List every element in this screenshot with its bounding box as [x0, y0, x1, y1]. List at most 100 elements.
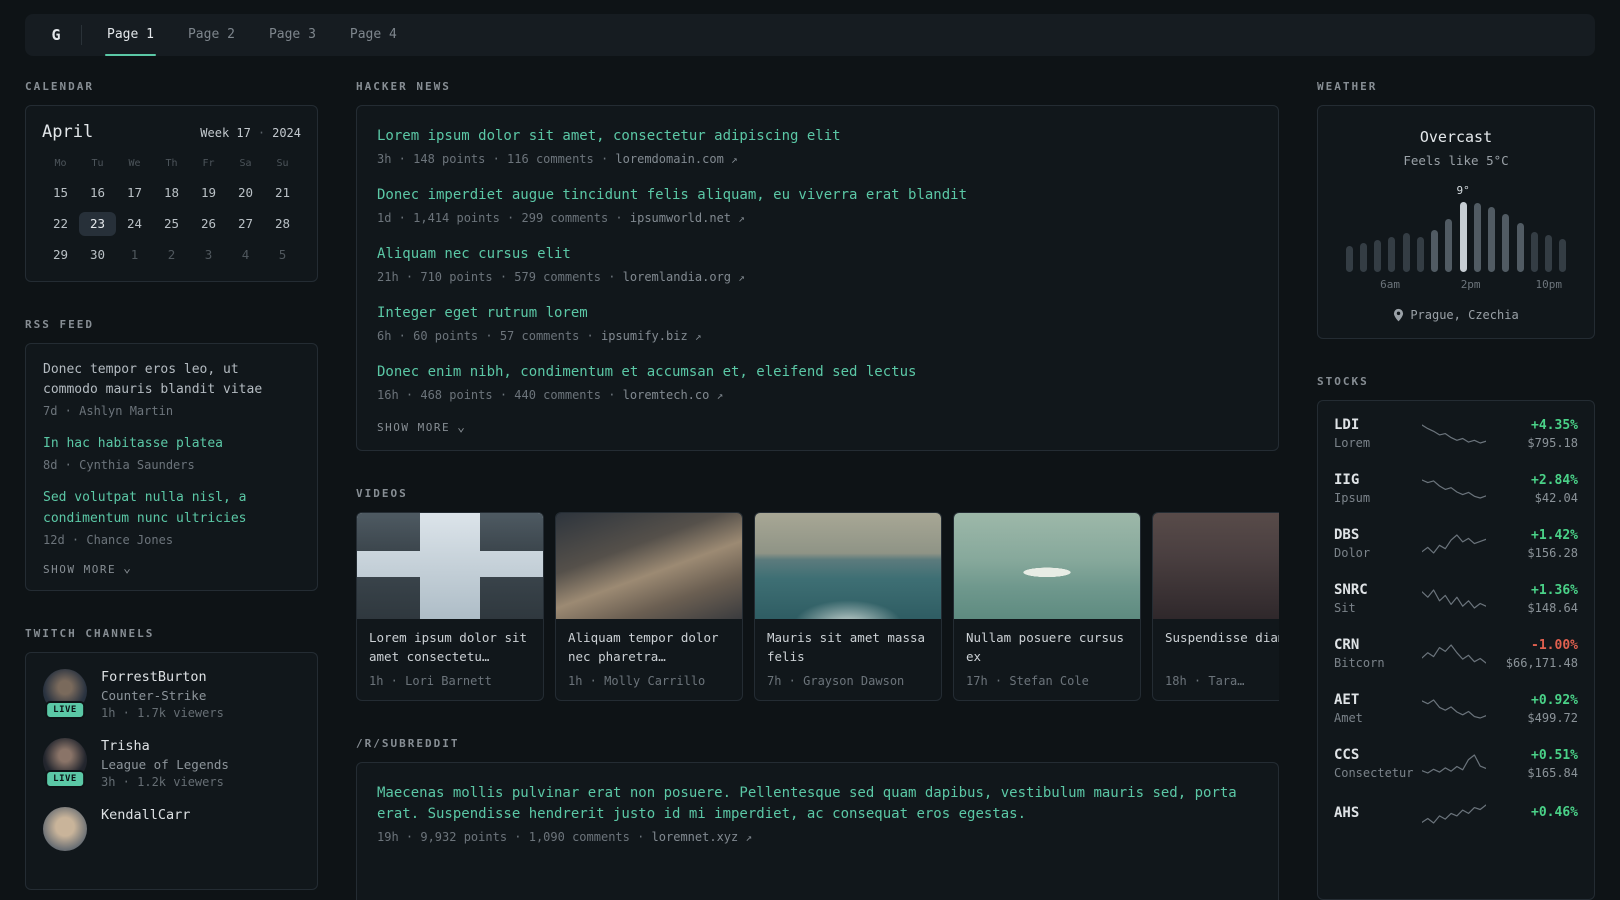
- subreddit-post-domain[interactable]: loremnet.xyz ↗: [652, 830, 753, 844]
- stock-values: -1.00% $66,171.48: [1486, 638, 1578, 670]
- hn-show-more-button[interactable]: SHOW MORE ⌄: [377, 419, 1258, 435]
- stock-row[interactable]: LDI Lorem +4.35% $795.18: [1334, 406, 1578, 461]
- tab-page-2[interactable]: Page 2: [171, 14, 252, 56]
- stock-values: +1.36% $148.64: [1486, 583, 1578, 615]
- weather-bar-slot: [1342, 184, 1356, 272]
- hn-item: Aliquam nec cursus elit 21h · 710 points…: [377, 244, 1258, 284]
- hn-item-title[interactable]: Lorem ipsum dolor sit amet, consectetur …: [377, 126, 1258, 147]
- live-badge: LIVE: [45, 700, 85, 719]
- stock-row[interactable]: AET Amet +0.92% $499.72: [1334, 681, 1578, 736]
- stock-sparkline: [1422, 532, 1486, 556]
- external-link-icon: ↗: [738, 212, 745, 225]
- stock-row[interactable]: CRN Bitcorn -1.00% $66,171.48: [1334, 626, 1578, 681]
- hn-item-title[interactable]: Donec enim nibh, condimentum et accumsan…: [377, 362, 1258, 383]
- stock-identity: DBS Dolor: [1334, 527, 1422, 560]
- middle-column: HACKER NEWS Lorem ipsum dolor sit amet, …: [356, 80, 1279, 900]
- hn-item-title[interactable]: Integer eget rutrum lorem: [377, 303, 1258, 324]
- live-badge: LIVE: [45, 769, 85, 788]
- external-link-icon: ↗: [745, 831, 753, 844]
- weather-bar-slot: [1556, 184, 1570, 272]
- tab-page-1[interactable]: Page 1: [90, 14, 171, 56]
- stock-price: $499.72: [1527, 710, 1578, 725]
- video-card[interactable]: Mauris sit amet massa felis 7h · Grayson…: [754, 512, 942, 701]
- weather-bar-slot: [1399, 184, 1413, 272]
- domain-text: loremtech.co: [622, 388, 710, 402]
- calendar-day-next-month: 4: [241, 247, 250, 262]
- weather-bar: [1416, 236, 1424, 272]
- twitch-channel-meta: 3h · 1.2k viewers: [101, 774, 224, 789]
- weather-widget: Overcast Feels like 5°C 9° 6am 2pm 10pm …: [1317, 105, 1595, 339]
- stock-identity: CRN Bitcorn: [1334, 637, 1422, 670]
- twitch-channel-row[interactable]: KendallCarr: [43, 806, 300, 855]
- stock-change: +1.36%: [1531, 582, 1578, 598]
- calendar-day: 20: [237, 185, 254, 200]
- videos-widget: Lorem ipsum dolor sit amet consectetu… 1…: [356, 512, 1279, 701]
- hn-item-meta: 1d · 1,414 points · 299 comments · ipsum…: [377, 211, 1258, 225]
- hn-item-domain[interactable]: loremtech.co ↗: [623, 388, 724, 402]
- stock-row[interactable]: CCS Consectetur +0.51% $165.84: [1334, 736, 1578, 791]
- avatar: [43, 806, 87, 851]
- weather-bar: [1388, 236, 1396, 272]
- video-card[interactable]: Nullam posuere cursus ex 17h · Stefan Co…: [953, 512, 1141, 701]
- domain-text: loremdomain.com: [615, 152, 724, 166]
- twitch-widget: LIVE ForrestBurton Counter-Strike 1h · 1…: [25, 651, 318, 890]
- stock-price: $148.64: [1527, 600, 1578, 615]
- tab-page-3[interactable]: Page 3: [252, 14, 333, 56]
- calendar-year: 2024: [272, 126, 301, 140]
- rss-item-title[interactable]: Donec tempor eros leo, ut commodo mauris…: [43, 360, 300, 400]
- day-header: Sa: [239, 158, 252, 169]
- rss-show-more-button[interactable]: SHOW MORE ⌄: [43, 562, 300, 576]
- stock-sparkline: [1422, 802, 1486, 826]
- hn-item-domain[interactable]: loremdomain.com ↗: [615, 152, 737, 166]
- hn-item-title[interactable]: Aliquam nec cursus elit: [377, 244, 1258, 265]
- weather-bar-slot: [1442, 184, 1456, 272]
- weather-bar-slot: [1428, 184, 1442, 272]
- stock-sparkline: [1422, 477, 1486, 501]
- rss-item-title[interactable]: In hac habitasse platea: [43, 434, 300, 454]
- domain-text: loremnet.xyz: [651, 830, 739, 844]
- twitch-channel-row[interactable]: LIVE ForrestBurton Counter-Strike 1h · 1…: [43, 668, 300, 720]
- rss-item-title[interactable]: Sed volutpat nulla nisl, a condimentum n…: [43, 488, 300, 528]
- subreddit-post-title[interactable]: Maecenas mollis pulvinar erat non posuer…: [377, 783, 1258, 825]
- rss-widget: Donec tempor eros leo, ut commodo mauris…: [25, 343, 318, 591]
- tab-page-4[interactable]: Page 4: [333, 14, 414, 56]
- hn-item-meta: 3h · 148 points · 116 comments · loremdo…: [377, 152, 1258, 166]
- app-logo[interactable]: G: [39, 26, 73, 44]
- weather-bar-slot: [1513, 184, 1527, 272]
- weather-bar: [1445, 219, 1453, 272]
- stock-row[interactable]: IIG Ipsum +2.84% $42.04: [1334, 461, 1578, 516]
- left-column: CALENDAR April Week 17 · 2024 Mo Tu We T…: [25, 80, 318, 900]
- day-header: Fr: [202, 158, 215, 169]
- twitch-channel-row[interactable]: LIVE Trisha League of Legends 3h · 1.2k …: [43, 737, 300, 789]
- video-card-body: Aliquam tempor dolor nec pharetra… 1h · …: [556, 619, 742, 700]
- weather-bar: [1488, 206, 1496, 272]
- calendar-day-next-month: 2: [167, 247, 176, 262]
- stock-price: $165.84: [1527, 765, 1578, 780]
- hn-item: Integer eget rutrum lorem 6h · 60 points…: [377, 303, 1258, 343]
- hn-meta-text: 3h · 148 points · 116 comments ·: [377, 152, 609, 166]
- stock-row[interactable]: DBS Dolor +1.42% $156.28: [1334, 516, 1578, 571]
- video-card[interactable]: Aliquam tempor dolor nec pharetra… 1h · …: [555, 512, 743, 701]
- hn-item-domain[interactable]: ipsumworld.net ↗: [630, 211, 745, 225]
- stock-row[interactable]: AHS +0.46%: [1334, 791, 1578, 837]
- hour-label: 2pm: [1460, 278, 1481, 291]
- stock-row[interactable]: SNRC Sit +1.36% $148.64: [1334, 571, 1578, 626]
- stock-sparkline: [1422, 697, 1486, 721]
- video-meta: 18h · Tara…: [1165, 674, 1245, 688]
- rss-item-meta: 8d · Cynthia Saunders: [43, 458, 195, 473]
- rss-item-meta: 12d · Chance Jones: [43, 532, 174, 547]
- hn-item-domain[interactable]: ipsumify.biz ↗: [601, 329, 702, 343]
- chevron-down-icon: ⌄: [457, 419, 467, 435]
- hn-item-title[interactable]: Donec imperdiet augue tincidunt felis al…: [377, 185, 1258, 206]
- video-card[interactable]: Suspendisse diam 18h · Tara…: [1152, 512, 1279, 701]
- stock-change: +2.84%: [1531, 472, 1578, 488]
- video-card[interactable]: Lorem ipsum dolor sit amet consectetu… 1…: [356, 512, 544, 701]
- stock-price: $66,171.48: [1505, 655, 1578, 670]
- hn-item-domain[interactable]: loremlandia.org ↗: [623, 270, 745, 284]
- day-header: Th: [165, 158, 178, 169]
- calendar-day-next-month: 1: [130, 247, 139, 262]
- stock-identity: CCS Consectetur: [1334, 747, 1422, 780]
- video-meta: 7h · Grayson Dawson: [767, 674, 905, 688]
- domain-text: ipsumworld.net: [629, 211, 732, 225]
- video-meta: 1h · Lori Barnett: [369, 674, 492, 688]
